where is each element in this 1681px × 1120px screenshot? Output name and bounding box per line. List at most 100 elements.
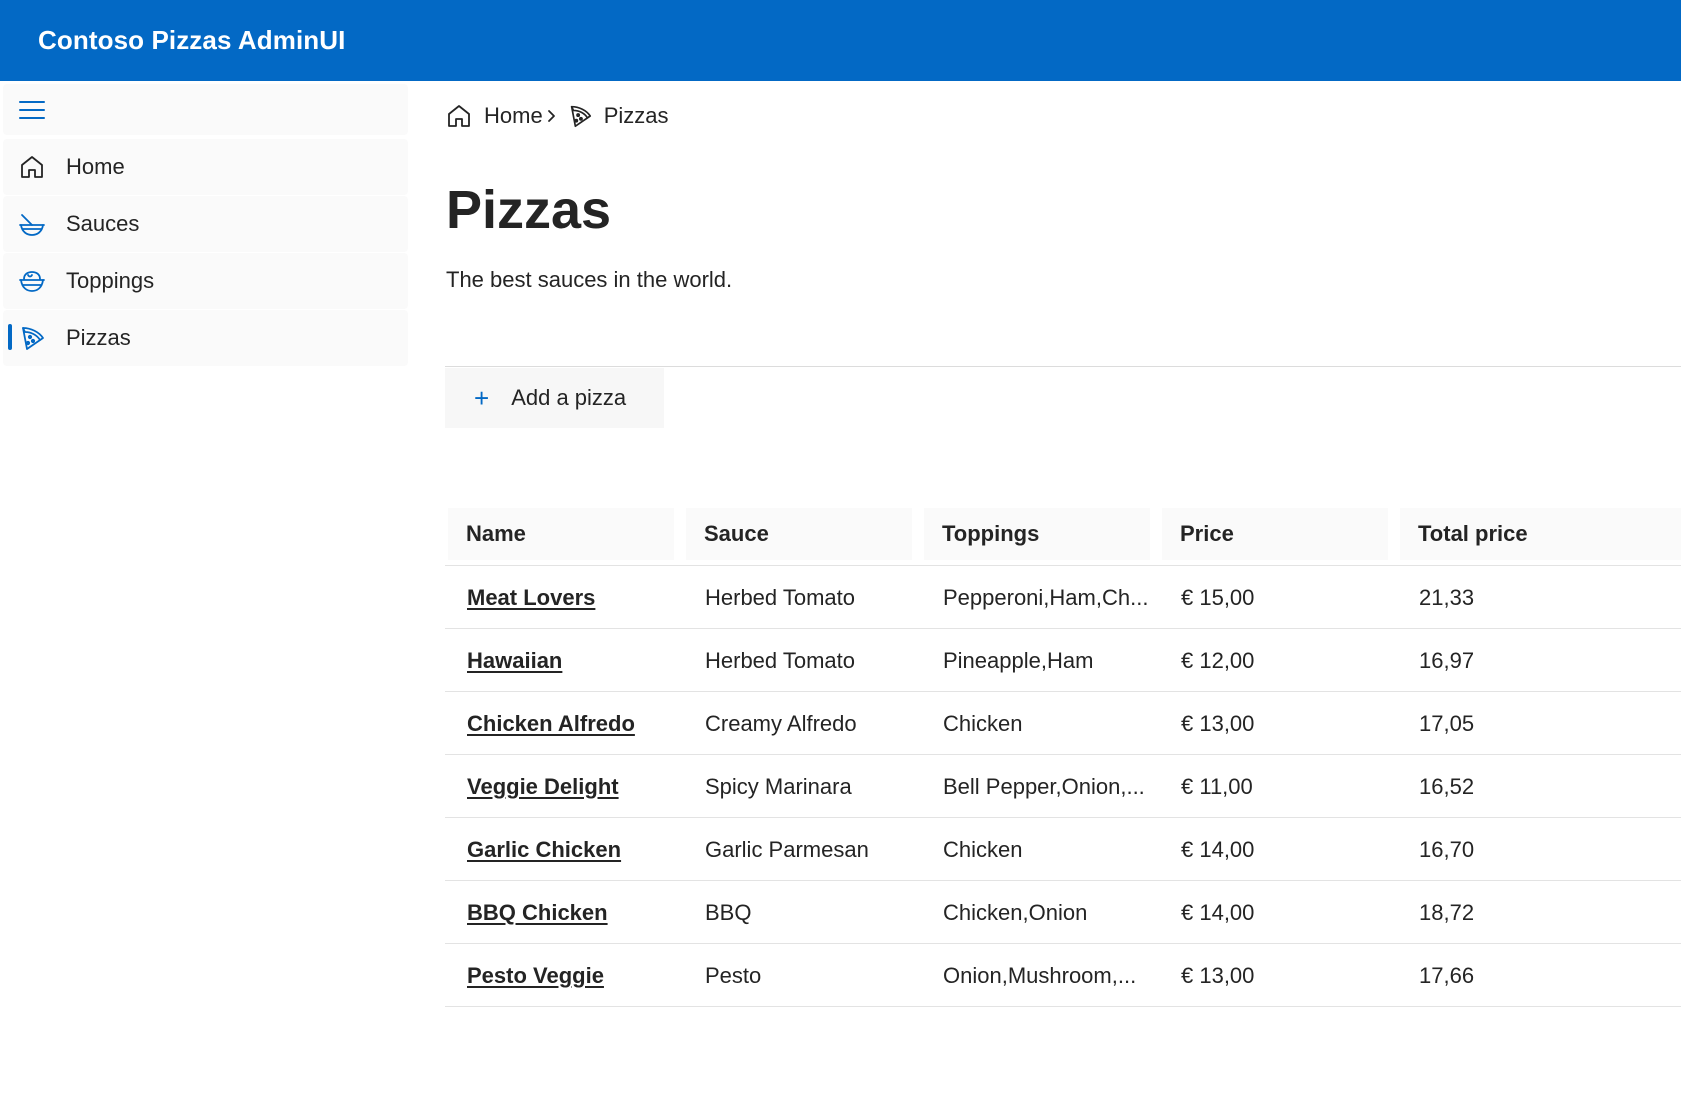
active-indicator	[8, 324, 12, 350]
column-header-sauce[interactable]: Sauce	[686, 508, 912, 560]
cell-toppings: Pepperoni,Ham,Ch...	[943, 566, 1148, 629]
cell-total-price-text: 18,72	[1419, 899, 1475, 925]
cell-toppings: Pineapple,Ham	[943, 629, 1093, 692]
cell-price-text: € 13,00	[1181, 962, 1255, 988]
table-row: Pesto Veggie Pesto Onion,Mushroom,... € 13,…	[445, 944, 1681, 1007]
table-row: Hawaiian Herbed Tomato Pineapple,Ham € 12,0…	[445, 629, 1681, 692]
add-pizza-button[interactable]: + Add a pizza	[445, 368, 664, 428]
cell-toppings: Bell Pepper,Onion,...	[943, 755, 1145, 818]
salad-icon	[17, 267, 47, 295]
cell-sauce: Garlic Parmesan	[705, 818, 869, 881]
cell-total-price: 16,70	[1419, 818, 1474, 881]
cell-total-price: 21,33	[1419, 566, 1474, 629]
cell-sauce-text: Creamy Alfredo	[705, 710, 857, 736]
breadcrumb-label: Home	[484, 103, 543, 128]
cell-total-price-text: 17,66	[1419, 962, 1475, 988]
cell-price-text: € 15,00	[1181, 584, 1255, 610]
chevron-right-icon	[547, 108, 557, 124]
table-row: Chicken Alfredo Creamy Alfredo Chicken € 13…	[445, 692, 1681, 755]
cell-sauce-text: BBQ	[705, 899, 752, 925]
breadcrumb-item-home[interactable]: Home	[446, 103, 543, 129]
pizza-name-link[interactable]: Meat Lovers	[467, 585, 595, 611]
table-body: Meat Lovers Herbed Tomato Pepperoni,Ham,Ch…	[445, 566, 1681, 1007]
cell-toppings-text: Chicken	[943, 710, 1023, 736]
cell-name: Meat Lovers	[467, 566, 595, 629]
pizza-icon	[17, 324, 47, 352]
pizza-name-link[interactable]: Hawaiian	[467, 648, 562, 674]
cell-name: Chicken Alfredo	[467, 692, 635, 755]
cell-sauce: Creamy Alfredo	[705, 692, 857, 755]
page-title: Pizzas	[446, 180, 612, 240]
cell-toppings-text: Pepperoni,Ham,Ch...	[943, 584, 1149, 610]
cell-total-price-text: 17,05	[1419, 710, 1475, 736]
cell-price: € 13,00	[1181, 692, 1254, 755]
cell-sauce: BBQ	[705, 881, 751, 944]
sidebar-item-label: Toppings	[66, 268, 155, 293]
pizza-name-link[interactable]: Chicken Alfredo	[467, 711, 635, 737]
cell-name: Veggie Delight	[467, 755, 619, 818]
cell-sauce-text: Spicy Marinara	[705, 773, 852, 799]
cell-total-price-text: 16,97	[1419, 647, 1475, 673]
cell-total-price: 17,05	[1419, 692, 1474, 755]
cell-toppings: Chicken	[943, 692, 1022, 755]
column-header-price[interactable]: Price	[1162, 508, 1388, 560]
sidebar-item-toppings[interactable]: Toppings	[3, 253, 408, 309]
sidebar-item-label: Sauces	[66, 211, 140, 236]
sidebar-item-pizzas[interactable]: Pizzas	[3, 310, 408, 366]
cell-toppings-text: Onion,Mushroom,...	[943, 962, 1137, 988]
cell-name: Hawaiian	[467, 629, 562, 692]
cell-toppings-text: Pineapple,Ham	[943, 647, 1094, 673]
cell-total-price: 17,66	[1419, 944, 1474, 1007]
sidebar-item-home[interactable]: Home	[3, 139, 408, 195]
sidebar-nav: Home Sauces Toppings Pizzas	[0, 81, 412, 1120]
pizza-name-link[interactable]: Veggie Delight	[467, 774, 619, 800]
table-row: Veggie Delight Spicy Marinara Bell Pepper,…	[445, 755, 1681, 818]
app-header: Contoso Pizzas AdminUI	[0, 0, 1681, 81]
pizza-name-link[interactable]: Pesto Veggie	[467, 963, 604, 989]
sidebar-item-sauces[interactable]: Sauces	[3, 196, 408, 252]
column-header-name[interactable]: Name	[448, 508, 674, 560]
cell-sauce: Spicy Marinara	[705, 755, 852, 818]
bowl-icon	[17, 210, 47, 238]
cell-price: € 13,00	[1181, 944, 1254, 1007]
table-row: BBQ Chicken BBQ Chicken,Onion € 14,00 18,72	[445, 881, 1681, 944]
cell-sauce-text: Herbed Tomato	[705, 584, 856, 610]
main-content: Home Pizzas Pizzas The best sauces in th…	[412, 81, 1681, 1120]
cell-sauce: Herbed Tomato	[705, 629, 855, 692]
hamburger-icon	[17, 96, 47, 124]
cell-sauce-text: Herbed Tomato	[705, 647, 856, 673]
home-icon	[17, 153, 47, 181]
cell-toppings: Chicken	[943, 818, 1022, 881]
cell-sauce: Pesto	[705, 944, 761, 1007]
cell-total-price-text: 16,70	[1419, 836, 1475, 862]
column-header-toppings[interactable]: Toppings	[924, 508, 1150, 560]
breadcrumb-item-pizzas[interactable]: Pizzas	[567, 103, 669, 129]
cell-price-text: € 14,00	[1181, 836, 1255, 862]
cell-total-price-text: 21,33	[1419, 584, 1475, 610]
cell-sauce-text: Garlic Parmesan	[705, 836, 869, 862]
table-row: Garlic Chicken Garlic Parmesan Chicken € 14…	[445, 818, 1681, 881]
pizzas-table: Name Sauce Toppings Price Total price Me…	[445, 505, 1681, 1007]
cell-price-text: € 11,00	[1181, 773, 1253, 799]
menu-toggle-button[interactable]	[3, 84, 408, 135]
cell-price-text: € 14,00	[1181, 899, 1255, 925]
pizza-name-link[interactable]: Garlic Chicken	[467, 837, 621, 863]
sidebar-item-label: Home	[66, 154, 125, 179]
cell-total-price-text: 16,52	[1419, 773, 1475, 799]
table-row: Meat Lovers Herbed Tomato Pepperoni,Ham,Ch…	[445, 566, 1681, 629]
cell-price: € 11,00	[1181, 755, 1253, 818]
cell-price: € 14,00	[1181, 818, 1254, 881]
home-icon	[446, 103, 472, 129]
cell-price: € 12,00	[1181, 629, 1254, 692]
cell-toppings-text: Chicken,Onion	[943, 899, 1088, 925]
cell-toppings: Onion,Mushroom,...	[943, 944, 1136, 1007]
pizza-name-link[interactable]: BBQ Chicken	[467, 900, 608, 926]
breadcrumb-label: Pizzas	[603, 103, 669, 128]
cell-name: Pesto Veggie	[467, 944, 604, 1007]
cell-price: € 14,00	[1181, 881, 1254, 944]
cell-price-text: € 13,00	[1181, 710, 1255, 736]
column-header-total-price[interactable]: Total price	[1400, 508, 1681, 560]
cell-total-price: 18,72	[1419, 881, 1474, 944]
pizza-icon	[567, 103, 593, 129]
cell-toppings: Chicken,Onion	[943, 881, 1087, 944]
